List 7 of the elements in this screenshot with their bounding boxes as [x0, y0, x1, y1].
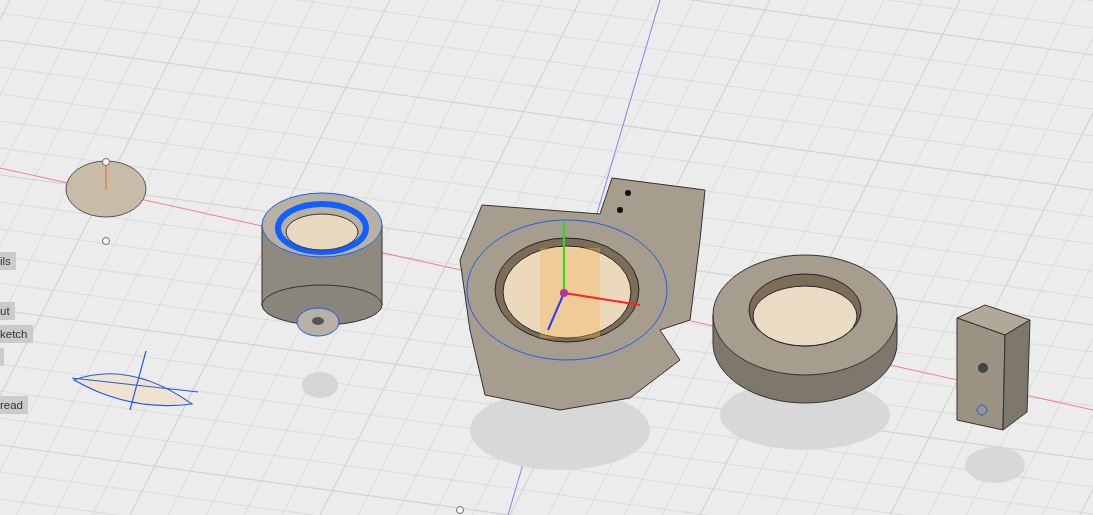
- panel-tab[interactable]: ketch: [0, 325, 33, 343]
- panel-tab[interactable]: read: [0, 396, 29, 414]
- point-marker-icon: [456, 506, 464, 514]
- panel-tab[interactable]: ils: [0, 252, 16, 270]
- panel-tab[interactable]: [0, 348, 4, 366]
- point-marker-icon: [102, 237, 110, 245]
- panel-tab[interactable]: ut: [0, 302, 15, 320]
